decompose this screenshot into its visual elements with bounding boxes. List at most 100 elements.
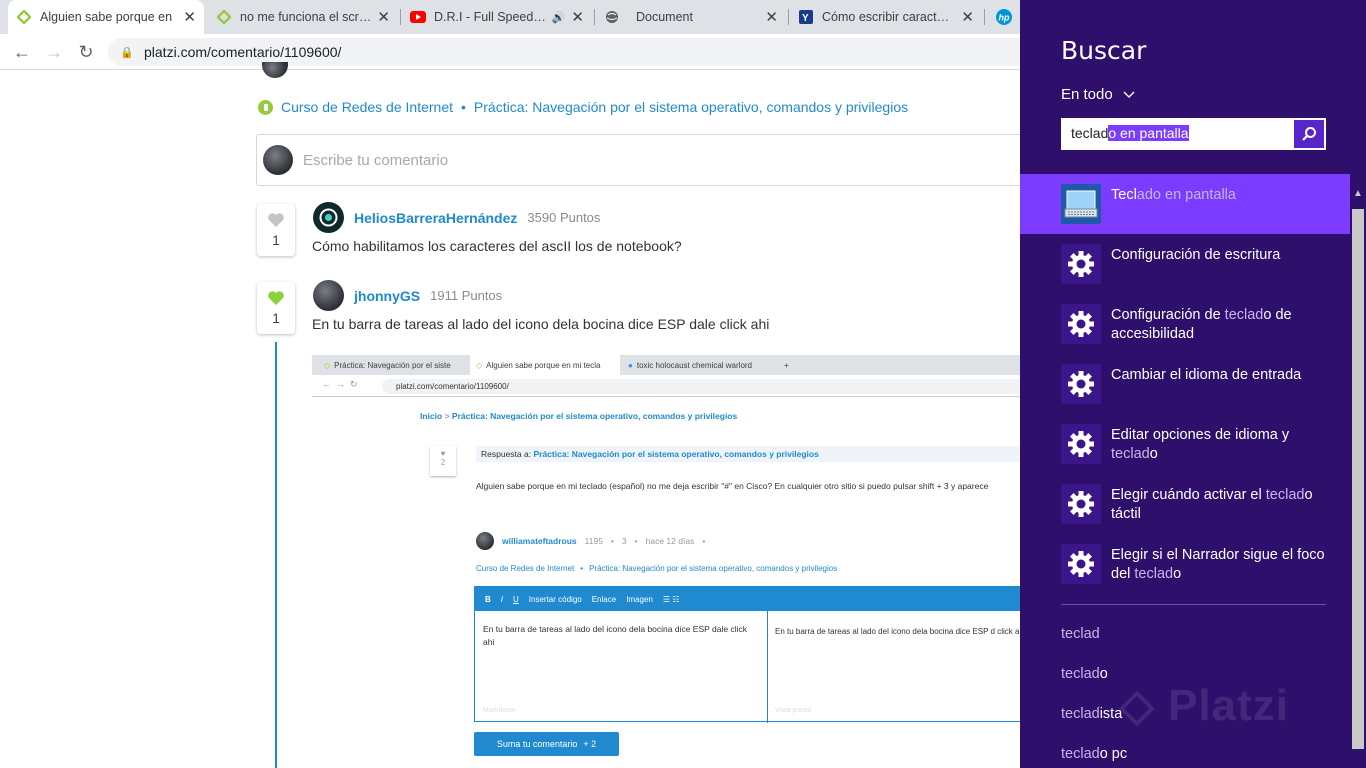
avatar (263, 145, 293, 175)
like-count: 1 (272, 310, 280, 326)
tab-document[interactable]: Document ✕ (596, 0, 786, 34)
suggestion-rest: o pc (1099, 746, 1128, 762)
embedded-code: Insertar código (528, 594, 582, 604)
youtube-favicon-icon (410, 9, 426, 25)
tab-close-icon[interactable]: ✕ (377, 8, 390, 26)
like-button[interactable]: 1 (257, 204, 295, 256)
result-match: teclad (1111, 446, 1150, 462)
like-button[interactable]: 1 (257, 282, 295, 334)
result-label-rest: o (1173, 566, 1182, 582)
svg-text:Y: Y (802, 13, 809, 24)
address-bar[interactable]: 🔒 platzi.com/comentario/1109600/ (108, 38, 1108, 66)
scrollbar-thumb[interactable] (1352, 209, 1364, 749)
reload-icon[interactable]: ↻ (74, 40, 98, 64)
result-label: Editar opciones de idioma y (1111, 427, 1290, 443)
results-divider (1061, 604, 1326, 605)
result-label: Elegir cuándo activar el (1111, 487, 1266, 503)
result-editar-opciones-idioma[interactable]: Editar opciones de idioma y teclado (1020, 414, 1350, 474)
suggestion-match: teclad (1061, 666, 1100, 682)
search-scope-dropdown[interactable]: En todo (1061, 86, 1135, 103)
lock-icon: 🔒 (120, 46, 134, 59)
embedded-crumb-lesson: Práctica: Navegación por el sistema oper… (451, 411, 738, 421)
scroll-down-icon[interactable]: ▼ (1352, 738, 1364, 752)
scroll-up-icon[interactable]: ▲ (1352, 188, 1364, 202)
search-input[interactable]: teclado en pantalla (1061, 118, 1326, 150)
search-query: teclado en pantalla (1063, 120, 1294, 148)
tab-title: no me funciona el scritp (240, 10, 372, 24)
back-icon[interactable]: ← (10, 40, 34, 64)
embedded-tab-title: toxic holocaust chemical warlord (636, 360, 753, 370)
suggestion-match: teclad (1061, 706, 1100, 722)
tab-hp[interactable]: hp (988, 0, 1020, 34)
embedded-question: Alguien sabe porque en mi teclado (españ… (476, 481, 989, 491)
svg-text:hp: hp (999, 13, 1010, 23)
tab-close-icon[interactable]: ✕ (571, 8, 584, 26)
embedded-crumb-home: Inicio (420, 411, 443, 421)
embedded-reply-target: Práctica: Navegación por el sistema oper… (533, 449, 819, 459)
breadcrumb-lesson[interactable]: Práctica: Navegación por el sistema oper… (474, 99, 908, 115)
embedded-author-row: williamateftadrous 1195 • 3 • hace 12 dí… (476, 532, 705, 550)
tab-close-icon[interactable]: ✕ (765, 8, 778, 26)
like-count: 1 (272, 232, 280, 248)
result-teclado-en-pantalla[interactable]: Teclado en pantalla (1020, 174, 1350, 234)
result-narrador-foco[interactable]: Elegir si el Narrador sigue el foco del … (1020, 534, 1350, 594)
search-charm: Buscar En todo teclado en pantalla Tecla… (1020, 0, 1366, 768)
embedded-author-points: 1195 (584, 536, 603, 546)
tab-dri-full-speed[interactable]: D.R.I - Full Speed Ah 🔊 ✕ (402, 0, 592, 34)
forward-icon[interactable]: → (42, 40, 66, 64)
tab-close-icon[interactable]: ✕ (961, 8, 974, 26)
search-icon[interactable] (1294, 120, 1324, 148)
breadcrumb: Curso de Redes de Internet • Práctica: N… (258, 99, 908, 115)
comment-points: 3590 Puntos (527, 210, 601, 225)
result-label: Configuración de (1111, 307, 1225, 323)
embedded-lesson: Práctica: Navegación por el sistema oper… (589, 564, 838, 573)
embedded-reply-label: Respuesta a: (481, 449, 532, 459)
embedded-link: Enlace (591, 594, 617, 604)
tab-title: Document (636, 10, 693, 24)
comment-author[interactable]: HeliosBarreraHernández (354, 210, 517, 226)
embedded-time: hace 12 días (645, 536, 695, 546)
embedded-course-row: Curso de Redes de Internet • Práctica: N… (476, 564, 838, 573)
embedded-tab-title: Práctica: Navegación por el siste (334, 360, 451, 370)
suggestion-item[interactable]: teclado (1061, 666, 1108, 682)
embedded-image: Imagen (626, 594, 653, 604)
tab-close-icon[interactable]: ✕ (183, 8, 196, 26)
tab-no-me-funciona[interactable]: no me funciona el scritp ✕ (208, 0, 398, 34)
result-label: Tecl (1111, 187, 1137, 203)
tab-title: D.R.I - Full Speed Ah (434, 10, 548, 24)
suggestion-item[interactable]: teclad (1061, 626, 1100, 642)
embedded-tab: ● toxic holocaust chemical warlord (628, 360, 753, 370)
embedded-tab-strip: ◇ Práctica: Navegación por el siste ◇ Algu… (312, 355, 1056, 375)
results-scrollbar[interactable]: ▲ ▼ (1350, 174, 1366, 768)
embedded-toolbar: ← → ↻ platzi.com/comentario/1109600/ (312, 375, 1056, 397)
result-match: teclad (1265, 487, 1305, 503)
embedded-url: platzi.com/comentario/1109600/ (382, 379, 1042, 394)
platzi-watermark: ◇ Platzi (1120, 681, 1289, 730)
embedded-send-button: Suma tu comentario + 2 (474, 732, 619, 756)
result-configuracion-escritura[interactable]: Configuración de escritura (1020, 234, 1350, 294)
embedded-italic: I (500, 594, 504, 604)
thread-line (275, 342, 277, 768)
suggestion-item[interactable]: teclado pc (1061, 746, 1127, 762)
embedded-editor: B I U Insertar código Enlace Imagen ☰ ☷ … (474, 586, 1056, 723)
suggestion-item[interactable]: tecladista (1061, 706, 1122, 722)
globe-icon (604, 9, 620, 25)
result-config-teclado-accesibilidad[interactable]: Configuración de teclado de accesibilida… (1020, 294, 1350, 354)
comment-author[interactable]: jhonnyGS (354, 288, 420, 304)
embedded-footer-left: Markdown (483, 707, 516, 714)
embedded-tab: ◇ Práctica: Navegación por el siste (324, 360, 451, 370)
embedded-tab: ◇ Alguien sabe porque en mi tecla (470, 355, 620, 375)
embedded-tab-title: Alguien sabe porque en mi tecla (486, 360, 601, 370)
result-cambiar-idioma[interactable]: Cambiar el idioma de entrada (1020, 354, 1350, 414)
tab-alguien-sabe[interactable]: Alguien sabe porque en ✕ (8, 0, 204, 34)
embedded-new-tab-icon: + (784, 360, 789, 370)
comment-header: HeliosBarreraHernández 3590 Puntos (313, 202, 600, 233)
breadcrumb-course[interactable]: Curso de Redes de Internet (281, 99, 453, 115)
tab-como-escribir[interactable]: Y Cómo escribir caracteres ✕ (790, 0, 982, 34)
comment-input[interactable]: Escribe tu comentario (256, 134, 1056, 186)
speaker-icon[interactable]: 🔊 (552, 11, 566, 24)
avatar (313, 280, 344, 311)
gear-icon (1061, 244, 1101, 284)
result-teclado-tactil[interactable]: Elegir cuándo activar el teclado táctil (1020, 474, 1350, 534)
embedded-underline: U (513, 594, 519, 604)
